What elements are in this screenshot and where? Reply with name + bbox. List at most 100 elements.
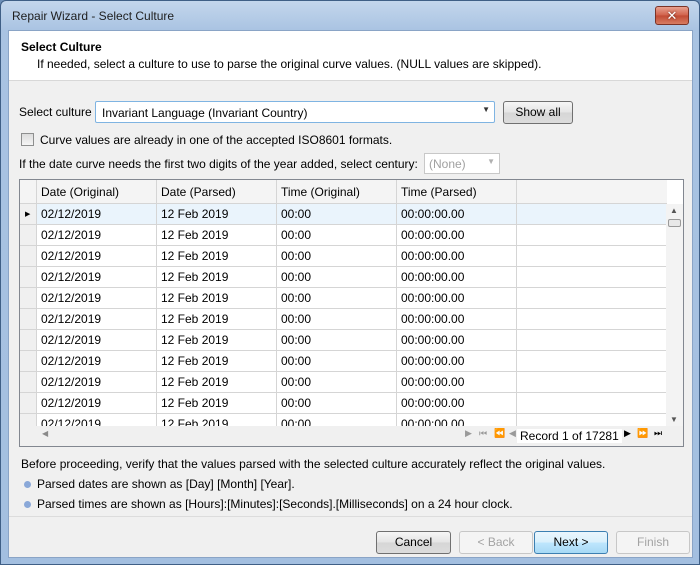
date-parsed-cell[interactable]: 12 Feb 2019 <box>157 288 277 309</box>
time-original-cell[interactable]: 00:00 <box>277 330 397 351</box>
table-row[interactable]: 02/12/2019 12 Feb 2019 00:00 00:00:00.00 <box>20 330 667 351</box>
time-original-cell[interactable]: 00:00 <box>277 414 397 426</box>
iso8601-checkbox[interactable] <box>21 133 34 146</box>
table-row[interactable]: 02/12/2019 12 Feb 2019 00:00 00:00:00.00 <box>20 225 667 246</box>
finish-button[interactable]: Finish <box>616 531 690 554</box>
filler-cell <box>517 267 667 288</box>
row-header[interactable] <box>20 267 37 288</box>
row-header[interactable] <box>20 393 37 414</box>
date-original-cell[interactable]: 02/12/2019 <box>37 372 157 393</box>
last-record-icon[interactable]: ⏭ <box>654 428 662 439</box>
date-parsed-cell[interactable]: 12 Feb 2019 <box>157 225 277 246</box>
time-parsed-cell[interactable]: 00:00:00.00 <box>397 330 517 351</box>
filler-cell <box>517 204 667 225</box>
row-header[interactable] <box>20 351 37 372</box>
filler-cell <box>517 414 667 426</box>
column-header-time-original[interactable]: Time (Original) <box>277 180 397 204</box>
date-original-cell[interactable]: 02/12/2019 <box>37 246 157 267</box>
previous-page-icon[interactable]: ⏪ <box>494 428 505 439</box>
date-original-cell[interactable]: 02/12/2019 <box>37 309 157 330</box>
time-parsed-cell[interactable]: 00:00:00.00 <box>397 204 517 225</box>
time-original-cell[interactable]: 00:00 <box>277 267 397 288</box>
column-header-time-parsed[interactable]: Time (Parsed) <box>397 180 517 204</box>
table-row[interactable]: 02/12/2019 12 Feb 2019 00:00 00:00:00.00 <box>20 288 667 309</box>
back-button[interactable]: < Back <box>459 531 533 554</box>
previous-record-icon[interactable]: ◀ <box>509 428 516 439</box>
time-parsed-cell[interactable]: 00:00:00.00 <box>397 267 517 288</box>
time-original-cell[interactable]: 00:00 <box>277 288 397 309</box>
century-dropdown[interactable]: (None) ▼ <box>424 153 500 174</box>
row-header[interactable] <box>20 225 37 246</box>
filler-cell <box>517 309 667 330</box>
date-original-cell[interactable]: 02/12/2019 <box>37 267 157 288</box>
date-parsed-cell[interactable]: 12 Feb 2019 <box>157 267 277 288</box>
time-parsed-cell[interactable]: 00:00:00.00 <box>397 372 517 393</box>
date-original-cell[interactable]: 02/12/2019 <box>37 288 157 309</box>
date-parsed-cell[interactable]: 12 Feb 2019 <box>157 372 277 393</box>
scroll-left-icon[interactable]: ◀ <box>42 429 48 438</box>
row-header[interactable]: ▶ <box>20 204 37 225</box>
scroll-up-icon[interactable]: ▲ <box>670 206 678 215</box>
row-header[interactable] <box>20 288 37 309</box>
date-parsed-cell[interactable]: 12 Feb 2019 <box>157 309 277 330</box>
date-original-cell[interactable]: 02/12/2019 <box>37 225 157 246</box>
next-button[interactable]: Next > <box>534 531 608 554</box>
time-original-cell[interactable]: 00:00 <box>277 225 397 246</box>
table-row[interactable]: 02/12/2019 12 Feb 2019 00:00 00:00:00.00 <box>20 246 667 267</box>
table-row[interactable]: 02/12/2019 12 Feb 2019 00:00 00:00:00.00 <box>20 267 667 288</box>
table-row[interactable]: 02/12/2019 12 Feb 2019 00:00 00:00:00.00 <box>20 309 667 330</box>
show-all-button[interactable]: Show all <box>503 101 573 124</box>
date-original-cell[interactable]: 02/12/2019 <box>37 330 157 351</box>
scroll-right-icon[interactable]: ▶ <box>465 428 472 439</box>
date-parsed-cell[interactable]: 12 Feb 2019 <box>157 204 277 225</box>
table-row[interactable]: ▶ 02/12/2019 12 Feb 2019 00:00 00:00:00.00 <box>20 204 667 225</box>
date-parsed-cell[interactable]: 12 Feb 2019 <box>157 330 277 351</box>
table-row[interactable]: 02/12/2019 12 Feb 2019 00:00 00:00:00.00 <box>20 372 667 393</box>
cancel-button[interactable]: Cancel <box>376 531 451 554</box>
scroll-thumb[interactable] <box>668 219 681 227</box>
date-parsed-cell[interactable]: 12 Feb 2019 <box>157 351 277 372</box>
time-parsed-cell[interactable]: 00:00:00.00 <box>397 414 517 426</box>
data-grid: Date (Original) Date (Parsed) Time (Orig… <box>19 179 684 447</box>
bullet-icon <box>24 481 31 488</box>
time-parsed-cell[interactable]: 00:00:00.00 <box>397 351 517 372</box>
culture-dropdown[interactable]: Invariant Language (Invariant Country) ▼ <box>95 101 495 123</box>
vertical-scrollbar[interactable]: ▲ ▼ <box>666 204 683 426</box>
row-header[interactable] <box>20 246 37 267</box>
time-original-cell[interactable]: 00:00 <box>277 372 397 393</box>
row-header[interactable] <box>20 330 37 351</box>
next-record-icon[interactable]: ▶ <box>624 428 631 439</box>
repair-wizard-window: Repair Wizard - Select Culture ✕ Select … <box>0 0 700 565</box>
close-button[interactable]: ✕ <box>655 6 689 25</box>
time-original-cell[interactable]: 00:00 <box>277 351 397 372</box>
column-header-date-parsed[interactable]: Date (Parsed) <box>157 180 277 204</box>
next-page-icon[interactable]: ⏩ <box>637 428 648 439</box>
date-original-cell[interactable]: 02/12/2019 <box>37 351 157 372</box>
date-parsed-cell[interactable]: 12 Feb 2019 <box>157 414 277 426</box>
chevron-down-icon: ▼ <box>487 157 495 166</box>
column-header-date-original[interactable]: Date (Original) <box>37 180 157 204</box>
date-original-cell[interactable]: 02/12/2019 <box>37 414 157 426</box>
row-header[interactable] <box>20 414 37 426</box>
date-original-cell[interactable]: 02/12/2019 <box>37 393 157 414</box>
grid-header: Date (Original) Date (Parsed) Time (Orig… <box>20 180 667 204</box>
table-row[interactable]: 02/12/2019 12 Feb 2019 00:00 00:00:00.00 <box>20 414 667 426</box>
date-original-cell[interactable]: 02/12/2019 <box>37 204 157 225</box>
table-row[interactable]: 02/12/2019 12 Feb 2019 00:00 00:00:00.00 <box>20 351 667 372</box>
time-parsed-cell[interactable]: 00:00:00.00 <box>397 393 517 414</box>
time-original-cell[interactable]: 00:00 <box>277 309 397 330</box>
table-row[interactable]: 02/12/2019 12 Feb 2019 00:00 00:00:00.00 <box>20 393 667 414</box>
time-parsed-cell[interactable]: 00:00:00.00 <box>397 246 517 267</box>
date-parsed-cell[interactable]: 12 Feb 2019 <box>157 393 277 414</box>
row-header[interactable] <box>20 372 37 393</box>
time-original-cell[interactable]: 00:00 <box>277 246 397 267</box>
time-parsed-cell[interactable]: 00:00:00.00 <box>397 309 517 330</box>
time-parsed-cell[interactable]: 00:00:00.00 <box>397 288 517 309</box>
first-record-icon[interactable]: ⏮ <box>479 428 487 439</box>
time-original-cell[interactable]: 00:00 <box>277 393 397 414</box>
date-parsed-cell[interactable]: 12 Feb 2019 <box>157 246 277 267</box>
row-header[interactable] <box>20 309 37 330</box>
time-parsed-cell[interactable]: 00:00:00.00 <box>397 225 517 246</box>
time-original-cell[interactable]: 00:00 <box>277 204 397 225</box>
scroll-down-icon[interactable]: ▼ <box>670 415 678 424</box>
